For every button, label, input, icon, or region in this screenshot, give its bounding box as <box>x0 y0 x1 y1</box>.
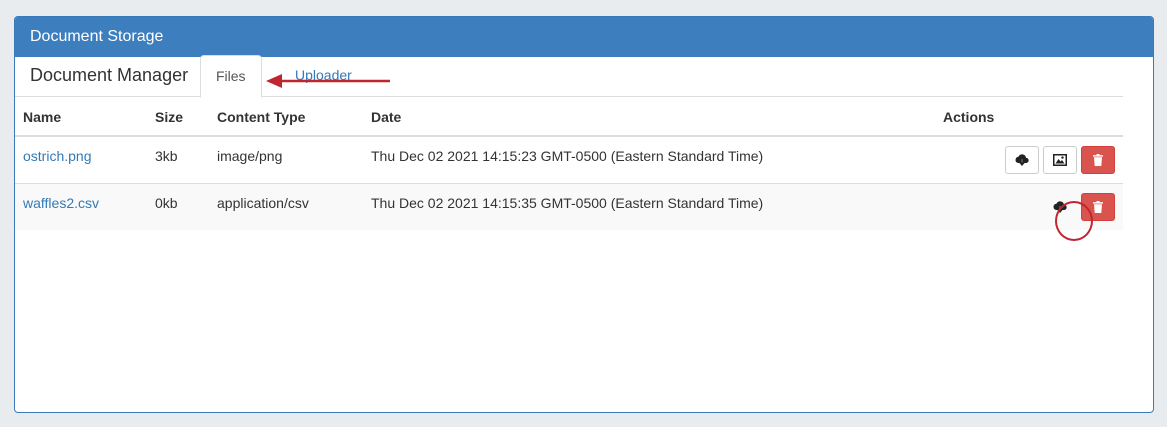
panel-title: Document Storage <box>15 17 1153 57</box>
table-header-row: Name Size Content Type Date Actions <box>15 98 1123 137</box>
table-row: waffles2.csv 0kb application/csv Thu Dec… <box>15 182 1123 230</box>
column-header-date[interactable]: Date <box>363 98 943 137</box>
files-table: Name Size Content Type Date Actions ostr… <box>15 98 1123 230</box>
cloud-download-icon <box>1015 154 1029 166</box>
download-button[interactable] <box>1043 193 1077 221</box>
file-date: Thu Dec 02 2021 14:15:35 GMT-0500 (Easte… <box>363 182 943 230</box>
download-button[interactable] <box>1005 146 1039 174</box>
document-manager-title: Document Manager <box>30 65 189 85</box>
file-content-type: image/png <box>209 135 363 183</box>
annotation-arrow-icon <box>266 74 390 88</box>
image-icon <box>1053 154 1067 166</box>
table-row: ostrich.png 3kb image/png Thu Dec 02 202… <box>15 135 1123 183</box>
delete-button[interactable] <box>1081 146 1115 174</box>
file-link[interactable]: ostrich.png <box>23 148 91 164</box>
cloud-download-icon <box>1053 200 1067 213</box>
file-date: Thu Dec 02 2021 14:15:23 GMT-0500 (Easte… <box>363 135 943 183</box>
column-header-size[interactable]: Size <box>147 98 209 137</box>
view-image-button[interactable] <box>1043 146 1077 174</box>
file-size: 3kb <box>147 135 209 183</box>
file-link[interactable]: waffles2.csv <box>23 195 99 211</box>
column-header-name[interactable]: Name <box>15 98 147 137</box>
tab-files[interactable]: Files <box>200 55 262 98</box>
file-content-type: application/csv <box>209 182 363 230</box>
column-header-content-type[interactable]: Content Type <box>209 98 363 137</box>
column-header-actions: Actions <box>943 98 1123 137</box>
file-size: 0kb <box>147 182 209 230</box>
delete-button[interactable] <box>1081 192 1115 221</box>
trash-icon <box>1093 154 1103 166</box>
trash-icon <box>1093 200 1103 213</box>
tabs-bar: Document Manager Files Uploader <box>15 55 1123 98</box>
